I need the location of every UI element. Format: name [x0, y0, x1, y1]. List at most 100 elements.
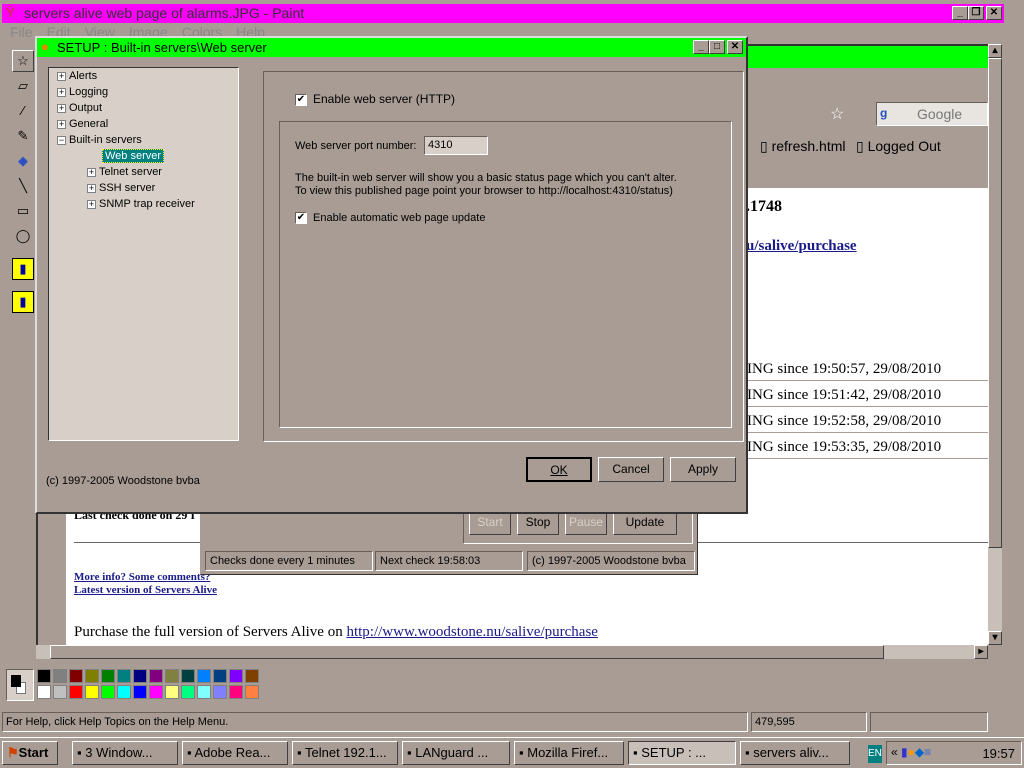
- palette-swatch[interactable]: [197, 685, 211, 699]
- expand-icon: +: [87, 182, 96, 193]
- expand-icon: +: [57, 70, 66, 81]
- palette-swatch[interactable]: [229, 685, 243, 699]
- dialog-maximize-button[interactable]: □: [709, 40, 725, 54]
- tree-item[interactable]: + SNMP trap receiver: [87, 198, 195, 210]
- palette-swatch[interactable]: [101, 669, 115, 683]
- menu-file[interactable]: File: [10, 24, 33, 40]
- taskbar-item[interactable]: ▪ SETUP : ...: [628, 741, 736, 765]
- status-checks: Checks done every 1 minutes: [205, 551, 373, 571]
- palette-swatch[interactable]: [213, 685, 227, 699]
- app-icon: ▪: [77, 745, 86, 760]
- palette-swatch[interactable]: [181, 685, 195, 699]
- palette-swatch[interactable]: [149, 669, 163, 683]
- scroll-right-arrow-icon[interactable]: ▸: [974, 645, 988, 659]
- app-icon: ▪: [745, 745, 754, 760]
- fill-tool-icon[interactable]: ◆: [12, 151, 34, 173]
- dialog-minimize-button[interactable]: _: [693, 40, 709, 54]
- enable-http-checkbox[interactable]: ✔ Enable web server (HTTP): [295, 92, 455, 106]
- ok-button[interactable]: OK: [526, 457, 592, 482]
- tree-item[interactable]: + SSH server: [87, 182, 155, 194]
- palette-swatch[interactable]: [245, 685, 259, 699]
- toolbox: ☆ ▱ ⁄ ✎ ◆ ╲ ▭ ◯ ▮ ▮: [4, 48, 36, 320]
- tree-item[interactable]: + Logging: [57, 86, 108, 98]
- palette-swatch[interactable]: [245, 669, 259, 683]
- apply-button[interactable]: Apply: [670, 457, 736, 482]
- port-label: Web server port number:: [295, 140, 417, 152]
- palette-swatch[interactable]: [53, 685, 67, 699]
- maximize-button[interactable]: ❐: [968, 6, 984, 20]
- eraser-tool-icon[interactable]: ▱: [12, 76, 34, 98]
- app-icon: ▮: [12, 291, 34, 313]
- ellipse-tool-icon[interactable]: ◯: [12, 226, 34, 248]
- taskbar-item[interactable]: ▪ Telnet 192.1...: [292, 741, 398, 765]
- purchase-link-fragment[interactable]: u/salive/purchase: [746, 238, 857, 255]
- scroll-thumb[interactable]: [988, 58, 1002, 548]
- settings-tree[interactable]: + Alerts + Logging + Output + General − Built-in …: [48, 67, 239, 441]
- tree-item[interactable]: + General: [57, 118, 108, 130]
- clock: 19:57: [982, 746, 1015, 761]
- cancel-button[interactable]: Cancel: [598, 457, 664, 482]
- close-button[interactable]: ✕: [986, 6, 1002, 20]
- palette-swatch[interactable]: [133, 669, 147, 683]
- palette-swatch[interactable]: [197, 669, 211, 683]
- app-icon: ▮: [12, 258, 34, 280]
- tree-item[interactable]: + Telnet server: [87, 166, 162, 178]
- expand-icon: +: [57, 118, 66, 129]
- palette-swatch[interactable]: [37, 685, 51, 699]
- scroll-up-arrow-icon[interactable]: ▴: [988, 44, 1002, 58]
- port-input[interactable]: 4310: [424, 136, 488, 155]
- current-colors: [6, 669, 34, 701]
- tree-item[interactable]: − Built-in servers: [57, 134, 142, 146]
- tree-item[interactable]: Web server: [87, 149, 165, 163]
- alarm-row: ING since 19:51:42, 29/08/2010: [745, 383, 990, 407]
- setup-icon: ●: [41, 39, 49, 54]
- lang-indicator[interactable]: EN: [868, 745, 882, 763]
- rectangle-tool-icon[interactable]: ▭: [12, 201, 34, 223]
- tree-item[interactable]: + Alerts: [57, 70, 97, 82]
- auto-update-checkbox[interactable]: ✔ Enable automatic web page update: [295, 212, 485, 225]
- palette-swatch[interactable]: [69, 685, 83, 699]
- palette-swatch[interactable]: [53, 669, 67, 683]
- palette-swatch[interactable]: [165, 669, 179, 683]
- version-text: .1748: [746, 198, 782, 215]
- taskbar-item[interactable]: ▪ Adobe Rea...: [182, 741, 288, 765]
- select-tool-icon[interactable]: ☆: [12, 50, 34, 72]
- palette-swatch[interactable]: [213, 669, 227, 683]
- dialog-close-button[interactable]: ✕: [727, 40, 743, 54]
- palette-swatch[interactable]: [85, 669, 99, 683]
- hscroll-thumb[interactable]: [50, 645, 884, 659]
- minimize-button[interactable]: _: [952, 6, 968, 20]
- palette-swatch[interactable]: [117, 669, 131, 683]
- palette-swatch[interactable]: [37, 669, 51, 683]
- palette-swatch[interactable]: [101, 685, 115, 699]
- scroll-down-arrow-icon[interactable]: ▾: [988, 631, 1002, 645]
- picker-tool-icon[interactable]: ⁄: [12, 101, 34, 123]
- checkbox-auto-update: ✔: [295, 212, 307, 225]
- start-button[interactable]: ⚑Start: [2, 741, 58, 765]
- purchase-link[interactable]: http://www.woodstone.nu/salive/purchase: [346, 624, 597, 640]
- palette-swatch[interactable]: [133, 685, 147, 699]
- tray-icons[interactable]: « ▮●◆≡: [891, 745, 931, 759]
- latest-version-link[interactable]: Latest version of Servers Alive: [74, 584, 217, 596]
- palette-swatch[interactable]: [69, 669, 83, 683]
- palette-swatch[interactable]: [181, 669, 195, 683]
- app-icon: ▪: [407, 745, 416, 760]
- palette-swatch[interactable]: [117, 685, 131, 699]
- palette-swatch[interactable]: [85, 685, 99, 699]
- line-tool-icon[interactable]: ╲: [12, 176, 34, 198]
- horizontal-scrollbar[interactable]: ▸: [36, 645, 988, 659]
- taskbar-item[interactable]: ▪ Mozilla Firef...: [514, 741, 624, 765]
- web-server-group: Web server port number: 4310 The built-i…: [279, 121, 732, 428]
- palette-swatch[interactable]: [229, 669, 243, 683]
- palette-swatch[interactable]: [165, 685, 179, 699]
- palette-swatch[interactable]: [149, 685, 163, 699]
- taskbar-item[interactable]: ▪ servers aliv...: [740, 741, 850, 765]
- search-box: g Google: [876, 102, 988, 126]
- taskbar-item[interactable]: ▪ LANguard ...: [402, 741, 510, 765]
- tree-item[interactable]: + Output: [57, 102, 102, 114]
- taskbar-item[interactable]: ▪ 3 Window...: [72, 741, 178, 765]
- pencil-tool-icon[interactable]: ✎: [12, 126, 34, 148]
- dialog-copyright: (c) 1997-2005 Woodstone bvba: [46, 475, 200, 487]
- vertical-scrollbar[interactable]: ▴ ▾: [988, 44, 1002, 645]
- more-info-link[interactable]: More info? Some comments?: [74, 571, 210, 583]
